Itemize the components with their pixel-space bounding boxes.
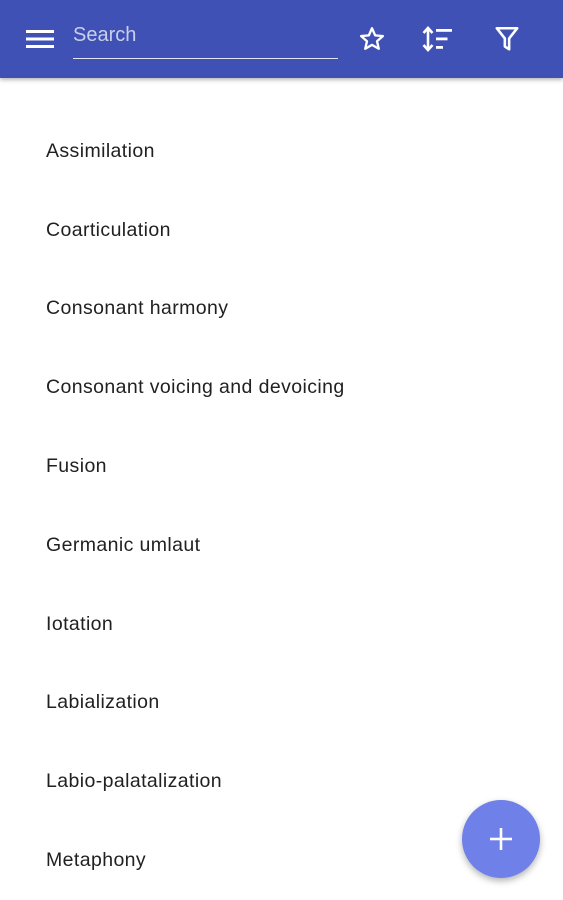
plus-icon bbox=[490, 828, 512, 850]
top-app-bar bbox=[0, 0, 563, 78]
filter-button[interactable] bbox=[485, 17, 529, 61]
list-item-label: Labialization bbox=[46, 691, 160, 714]
list-item[interactable]: Assimilation bbox=[0, 112, 563, 191]
list-item-label: Metaphony bbox=[46, 849, 147, 872]
app-screen: Assimilation Coarticulation Consonant ha… bbox=[0, 0, 563, 900]
search-field bbox=[73, 18, 338, 59]
star-outline-icon bbox=[359, 27, 385, 50]
list-item-label: Labio-palatalization bbox=[46, 770, 223, 793]
topic-list: Assimilation Coarticulation Consonant ha… bbox=[0, 112, 563, 900]
filter-icon bbox=[495, 26, 519, 51]
list-item-label: Assimilation bbox=[46, 139, 155, 162]
list-item-label: Coarticulation bbox=[46, 218, 171, 241]
list-item-label: Consonant harmony bbox=[46, 297, 229, 320]
list-item[interactable]: Fusion bbox=[0, 427, 563, 506]
list-item[interactable]: Consonant voicing and devoicing bbox=[0, 348, 563, 427]
list-item[interactable]: Labialization bbox=[0, 664, 563, 743]
list-item[interactable]: Consonant harmony bbox=[0, 270, 563, 349]
sort-button[interactable] bbox=[416, 17, 460, 61]
list-item[interactable]: Iotation bbox=[0, 585, 563, 664]
search-input[interactable] bbox=[73, 18, 338, 58]
menu-button[interactable] bbox=[18, 17, 62, 61]
list-item-label: Germanic umlaut bbox=[46, 533, 201, 556]
list-item[interactable]: Coarticulation bbox=[0, 191, 563, 270]
hamburger-menu-icon bbox=[26, 30, 54, 48]
list-item-label: Iotation bbox=[46, 612, 114, 635]
list-item-label: Fusion bbox=[46, 455, 107, 478]
add-fab-button[interactable] bbox=[462, 800, 540, 878]
favorites-button[interactable] bbox=[350, 17, 394, 61]
list-item-label: Consonant voicing and devoicing bbox=[46, 376, 345, 399]
sort-icon bbox=[422, 26, 452, 52]
list-item[interactable]: Germanic umlaut bbox=[0, 506, 563, 585]
